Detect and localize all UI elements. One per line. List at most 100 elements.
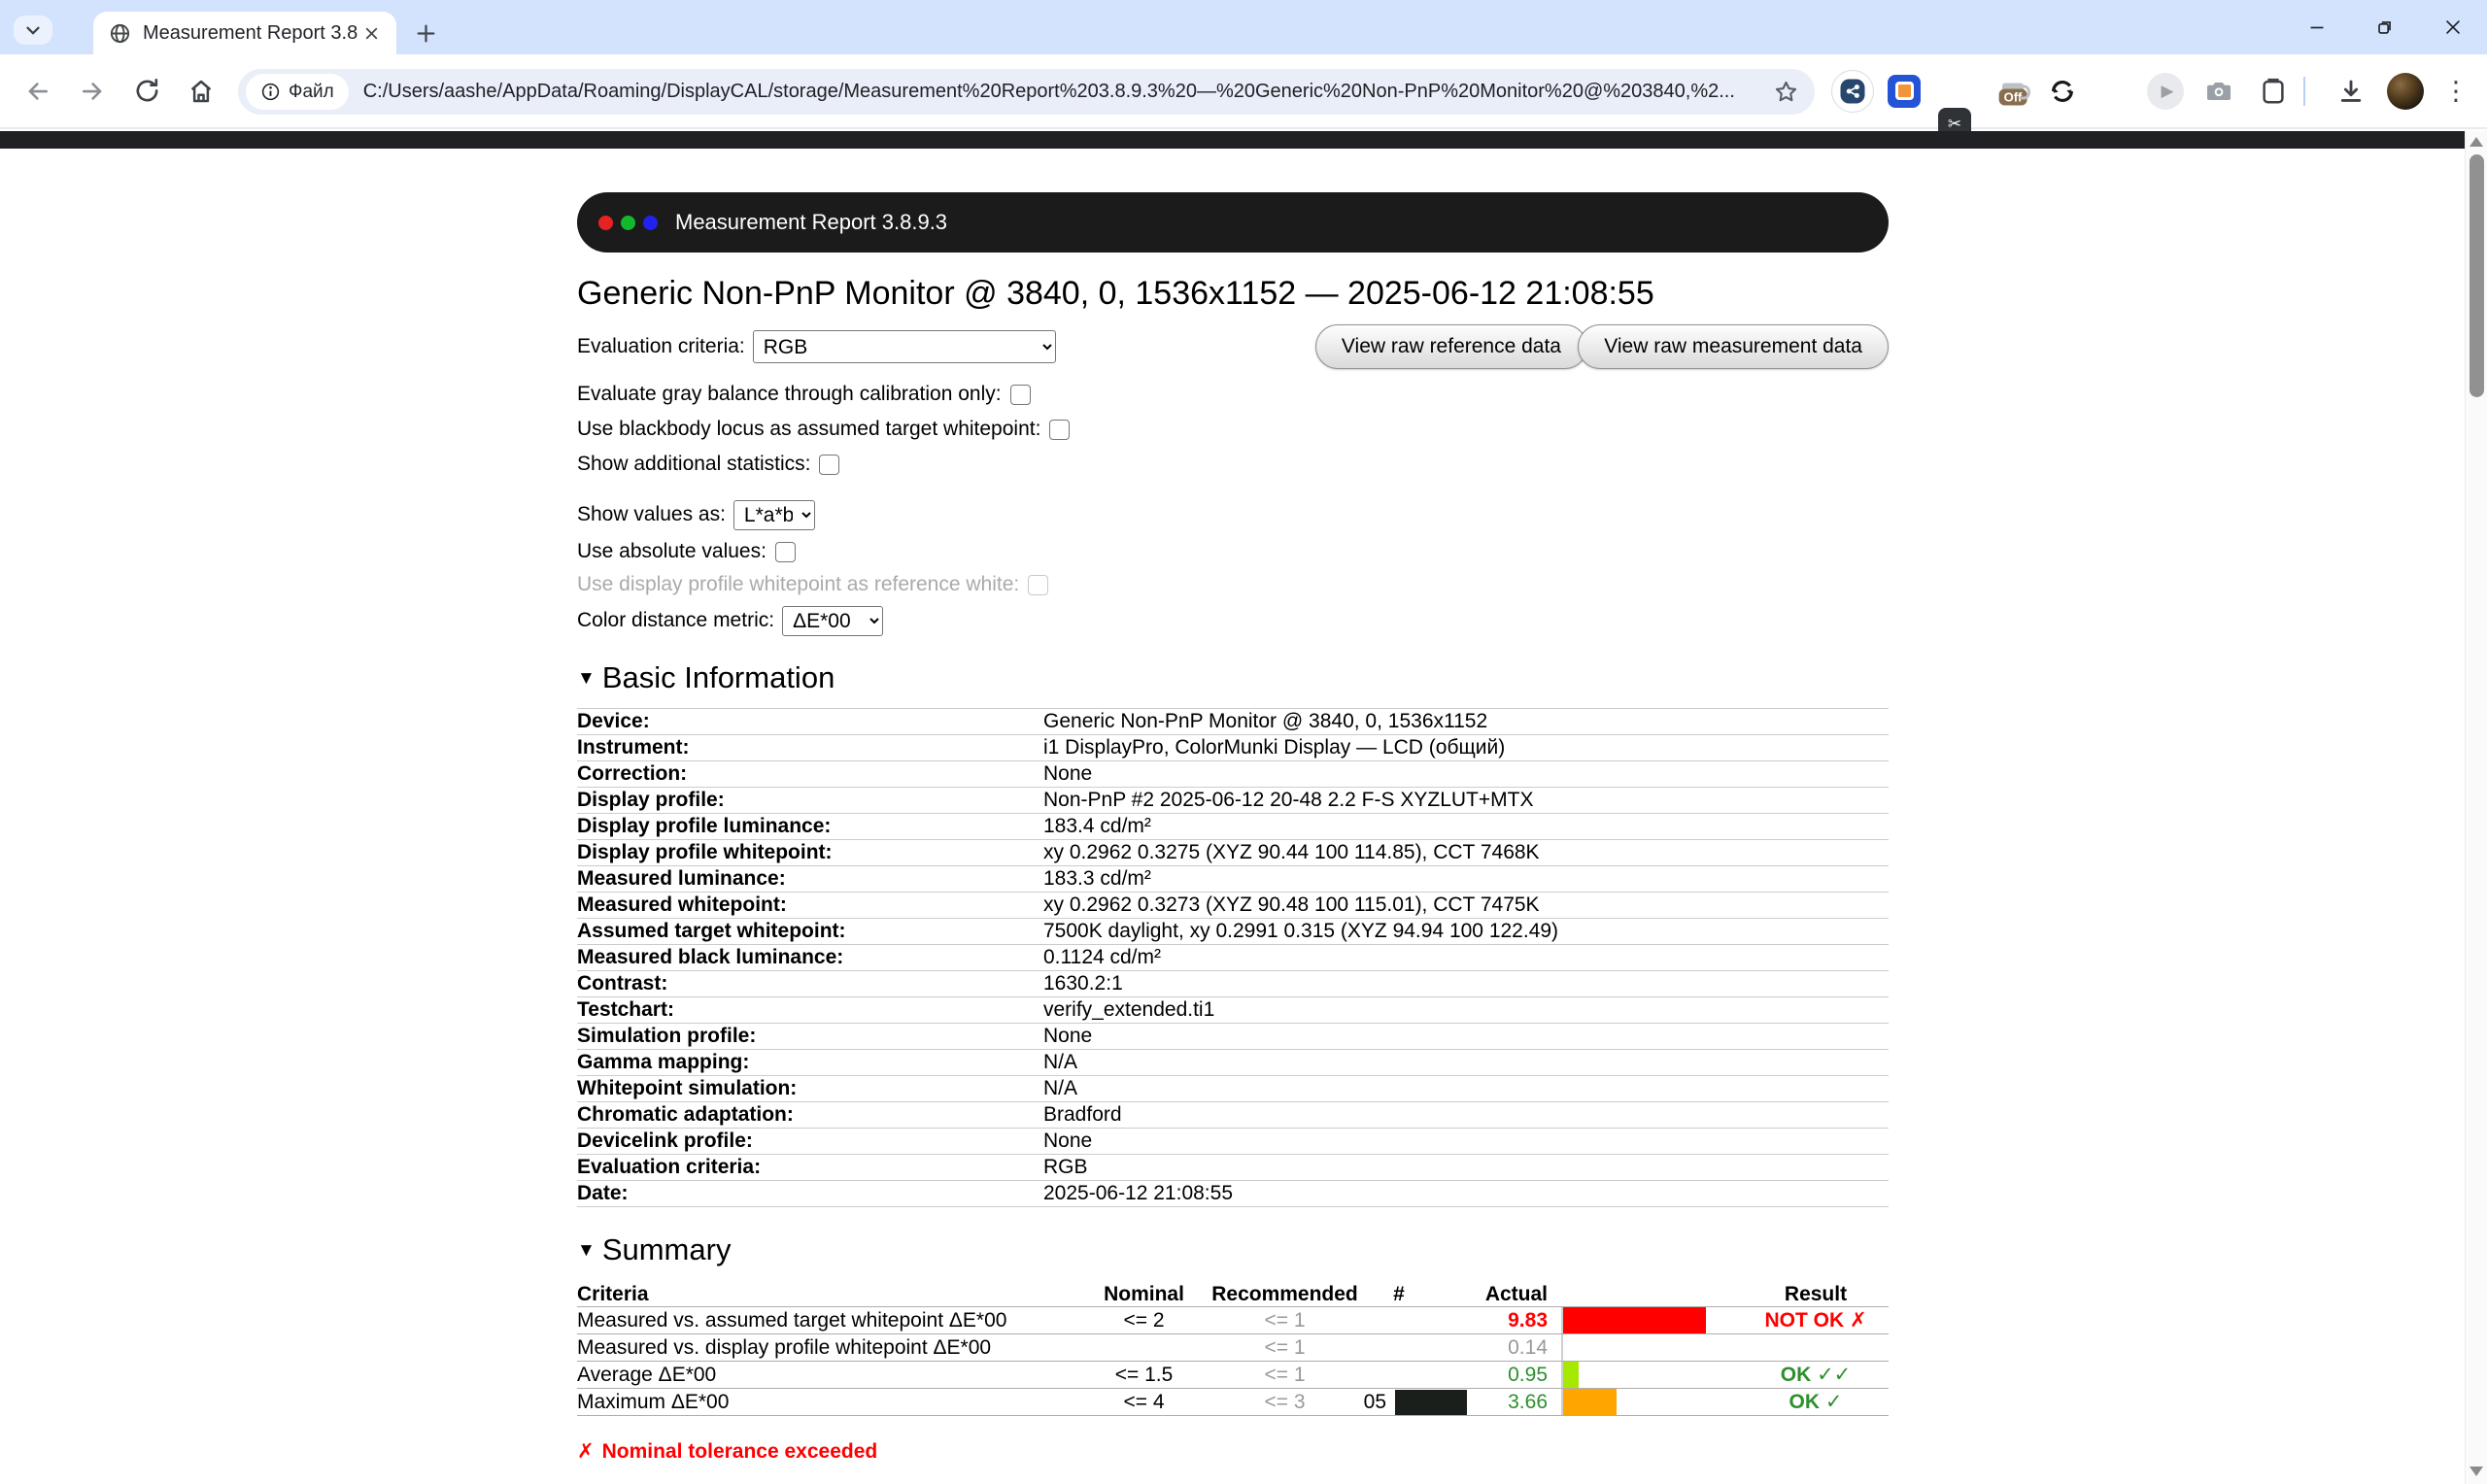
table-row: Device: Generic Non-PnP Monitor @ 3840, 0… — [577, 708, 1889, 734]
scrollbar-up-arrow[interactable] — [2470, 137, 2483, 147]
cup-off-extension-icon[interactable]: Off — [1998, 83, 2030, 105]
evaluation-criteria-select[interactable]: RGB — [752, 330, 1056, 363]
color-distance-metric-select[interactable]: ΔE*00 — [782, 605, 884, 636]
tab-search-button[interactable] — [14, 16, 52, 45]
delta-e-bar — [1563, 1307, 1706, 1333]
globe-favicon-icon — [110, 23, 130, 43]
show-values-as-select[interactable]: L*a*b* — [732, 499, 815, 530]
new-tab-button[interactable] — [408, 17, 443, 49]
downloads-button[interactable] — [2336, 77, 2366, 106]
blackbody-locus-label: Use blackbody locus as assumed target wh… — [577, 418, 1041, 440]
sync-extension-icon[interactable] — [2048, 77, 2077, 106]
summary-row: Maximum ΔE*00 <= 4 <= 3 05 3.66 OK ✓ — [577, 1389, 1889, 1416]
summary-row: Measured vs. display profile whitepoint … — [577, 1334, 1889, 1362]
gray-balance-checkbox[interactable] — [1009, 384, 1031, 405]
back-button[interactable] — [21, 75, 54, 108]
table-row: Correction: None — [577, 760, 1889, 787]
delta-e-bar — [1563, 1389, 1617, 1415]
report-title-pill: Measurement Report 3.8.9.3 — [577, 192, 1889, 253]
chevron-down-icon — [26, 26, 40, 35]
view-raw-measurement-data-button[interactable]: View raw measurement data — [1578, 324, 1889, 369]
restore-button[interactable] — [2351, 0, 2419, 54]
play-icon: ▶ — [2161, 81, 2174, 100]
evaluation-criteria-label: Evaluation criteria: — [577, 335, 745, 357]
toolbar-separator — [2303, 76, 2305, 106]
table-row: Instrument: i1 DisplayPro, ColorMunki Dis… — [577, 734, 1889, 760]
result-badge: NOT OK ✗ — [1764, 1309, 1867, 1332]
result-badge: OK ✓✓ — [1780, 1364, 1852, 1386]
scrollbar-down-arrow[interactable] — [2470, 1467, 2483, 1476]
display-profile-whitepoint-checkbox — [1028, 574, 1049, 595]
table-row: Evaluation criteria: RGB — [577, 1154, 1889, 1180]
bookmark-star-icon[interactable] — [1773, 79, 1799, 105]
play-extension-icon[interactable]: ▶ — [2147, 72, 2184, 110]
additional-statistics-checkbox[interactable] — [819, 454, 840, 475]
gray-balance-label: Evaluate gray balance through calibratio… — [577, 383, 1002, 405]
reload-icon — [136, 79, 157, 102]
tab-title: Measurement Report 3.8.9.3 — — [143, 21, 358, 44]
url-text[interactable]: C:/Users/aashe/AppData/Roaming/DisplayCA… — [363, 81, 1765, 103]
blackbody-locus-checkbox[interactable] — [1049, 419, 1071, 440]
file-scheme-chip[interactable]: Файл — [246, 74, 349, 110]
summary-row: Average ΔE*00 <= 1.5 <= 1 0.95 OK ✓✓ — [577, 1362, 1889, 1389]
summary-table: Criteria Nominal Recommended # Actual Re… — [577, 1282, 1889, 1416]
close-window-button[interactable] — [2419, 0, 2487, 54]
table-row: Measured whitepoint: xy 0.2962 0.3273 (XY… — [577, 892, 1889, 918]
table-row: Display profile: Non-PnP #2 2025-06-12 20… — [577, 787, 1889, 813]
window-controls — [2283, 0, 2487, 54]
browser-tab[interactable]: Measurement Report 3.8.9.3 — — [93, 12, 396, 54]
table-row: Display profile luminance: 183.4 cd/m² — [577, 813, 1889, 839]
page-title: Generic Non-PnP Monitor @ 3840, 0, 1536x… — [577, 275, 1654, 312]
browser-toolbar: Файл C:/Users/aashe/AppData/Roaming/Disp… — [0, 54, 2487, 174]
delta-e-bar — [1563, 1362, 1579, 1388]
address-bar[interactable]: Файл C:/Users/aashe/AppData/Roaming/Disp… — [238, 69, 1815, 115]
forward-icon — [82, 82, 102, 100]
table-row: Gamma mapping: N/A — [577, 1049, 1889, 1075]
minimize-button[interactable] — [2283, 0, 2351, 54]
collapse-triangle-icon[interactable]: ▼ — [577, 1240, 596, 1261]
info-icon — [261, 83, 280, 101]
kebab-menu-icon[interactable]: ⋮ — [2443, 78, 2470, 104]
collapse-triangle-icon[interactable]: ▼ — [577, 668, 596, 689]
display-profile-whitepoint-label: Use display profile whitepoint as refere… — [577, 573, 1020, 595]
scrollbar-thumb[interactable] — [2470, 154, 2484, 397]
table-row: Assumed target whitepoint: 7500K daylight… — [577, 918, 1889, 944]
view-raw-reference-data-button[interactable]: View raw reference data — [1314, 324, 1587, 369]
profile-avatar[interactable] — [2387, 72, 2424, 110]
close-icon — [2446, 20, 2460, 34]
use-absolute-values-label: Use absolute values: — [577, 540, 767, 562]
blue-extension-icon[interactable] — [1888, 74, 1921, 108]
file-chip-label: Файл — [289, 81, 334, 102]
show-values-as-label: Show values as: — [577, 503, 726, 525]
table-row: Date: 2025-06-12 21:08:55 — [577, 1180, 1889, 1206]
plus-icon — [417, 24, 434, 42]
use-absolute-values-checkbox[interactable] — [774, 541, 796, 562]
table-row: Chromatic adaptation: Bradford — [577, 1101, 1889, 1128]
tab-close-icon[interactable] — [358, 19, 385, 47]
table-row: Measured black luminance: 0.1124 cd/m² — [577, 944, 1889, 970]
table-row: Simulation profile: None — [577, 1023, 1889, 1049]
clipboard-extension-icon[interactable] — [2260, 77, 2287, 106]
download-icon — [2340, 80, 2362, 102]
table-row: Contrast: 1630.2:1 — [577, 970, 1889, 996]
home-button[interactable] — [185, 75, 218, 108]
forward-button[interactable] — [76, 75, 109, 108]
table-row: Devicelink profile: None — [577, 1128, 1889, 1154]
back-icon — [28, 82, 49, 100]
summary-row: Measured vs. assumed target whitepoint Δ… — [577, 1307, 1889, 1334]
reload-button[interactable] — [130, 75, 163, 108]
rgb-dots-icon — [598, 215, 658, 230]
table-row: Testchart: verify_extended.ti1 — [577, 996, 1889, 1023]
report-page: Measurement Report 3.8.9.3 Generic Non-P… — [0, 149, 2465, 1484]
minimize-icon — [2310, 26, 2324, 29]
share-extension-button[interactable] — [1831, 69, 1874, 113]
table-row: Measured luminance: 183.3 cd/m² — [577, 865, 1889, 892]
page-scrollbar[interactable] — [2465, 131, 2487, 1484]
summary-heading[interactable]: ▼ Summary — [577, 1232, 1889, 1272]
off-badge: Off — [1998, 88, 2027, 105]
result-badge: OK ✓ — [1789, 1391, 1843, 1413]
camera-extension-icon[interactable] — [2204, 77, 2233, 106]
basic-information-heading[interactable]: ▼ Basic Information — [577, 660, 1889, 700]
summary-header-row: Criteria Nominal Recommended # Actual Re… — [577, 1282, 1889, 1307]
browser-tab-strip: Measurement Report 3.8.9.3 — — [0, 0, 2487, 54]
